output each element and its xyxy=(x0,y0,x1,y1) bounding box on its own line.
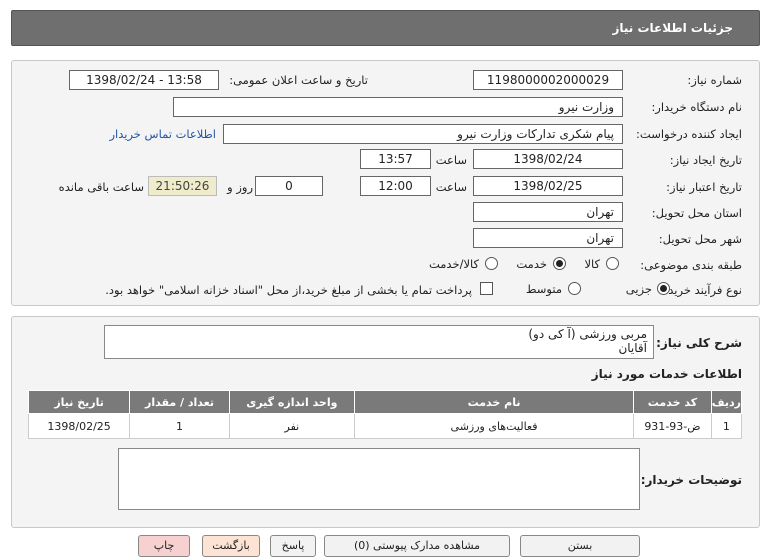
buyer-notes-label: توضیحات خریدار: xyxy=(640,473,742,487)
col-code: کد خدمت xyxy=(633,390,712,414)
back-button-label: بازگشت xyxy=(212,539,250,552)
days-remaining-field: 0 xyxy=(255,176,323,196)
cell-date: 1398/02/25 xyxy=(27,413,131,439)
page-header: جزئیات اطلاعات نیاز xyxy=(11,10,760,46)
announce-label: تاریخ و ساعت اعلان عمومی: xyxy=(229,73,368,87)
summary-label: شرح کلی نیاز: xyxy=(656,336,742,350)
process-medium-label: متوسط xyxy=(525,282,562,296)
cell-name: فعالیت‌های ورزشی xyxy=(353,413,635,439)
category-goods-label: کالا xyxy=(584,257,600,271)
validity-time-label: ساعت xyxy=(435,180,467,194)
buyer-notes-box xyxy=(118,448,640,510)
process-label: نوع فرآیند خرید : xyxy=(660,283,742,297)
created-date-label: تاریخ ایجاد نیاز: xyxy=(669,153,742,167)
reply-button-label: پاسخ xyxy=(281,539,305,552)
summary-box: مربی ورزشی (آ کی دو) آقایان xyxy=(104,325,654,359)
validity-date-field: 1398/02/25 xyxy=(473,176,623,196)
reply-button[interactable]: پاسخ xyxy=(270,535,316,557)
treasury-checkbox[interactable] xyxy=(480,282,493,295)
validity-date-label: تاریخ اعتبار نیاز: xyxy=(666,180,742,194)
process-minor-radio[interactable] xyxy=(657,282,670,295)
services-header-row: تاریخ نیاز تعداد / مقدار واحد اندازه گیر… xyxy=(27,390,743,414)
created-time-field: 13:57 xyxy=(360,149,431,169)
buyer-org-label: نام دستگاه خریدار: xyxy=(651,100,742,114)
summary-line-2: آقایان xyxy=(618,341,647,355)
col-unit: نام خدمت xyxy=(353,390,635,414)
cell-qty: 1 xyxy=(129,413,230,439)
close-button[interactable]: بستن xyxy=(520,535,640,557)
category-label: طبقه بندی موضوعی: xyxy=(640,258,742,272)
view-documents-label: مشاهده مدارک پیوستی (0) xyxy=(353,539,481,552)
services-title: اطلاعات خدمات مورد نیاز xyxy=(591,367,742,381)
created-date-field: 1398/02/24 xyxy=(473,149,623,169)
process-minor-label: جزیی xyxy=(625,282,652,296)
province-label: استان محل تحویل: xyxy=(651,206,742,220)
col-index: ردیف xyxy=(710,390,743,414)
print-button[interactable]: چاپ xyxy=(138,535,190,557)
treasury-note: پرداخت تمام یا بخشی از مبلغ خرید،از محل … xyxy=(105,283,472,297)
need-number-label: شماره نیاز: xyxy=(687,73,742,87)
col-row: تاریخ نیاز xyxy=(27,390,131,414)
city-label: شهر محل تحویل: xyxy=(658,232,742,246)
need-number-field: 1198000002000029 xyxy=(473,70,623,90)
cell-code: ض-93-931 xyxy=(633,413,712,439)
back-button[interactable]: بازگشت xyxy=(202,535,260,557)
page-title: جزئیات اطلاعات نیاز xyxy=(612,21,733,35)
cell-unit: نفر xyxy=(228,413,355,439)
print-button-label: چاپ xyxy=(153,539,175,552)
category-both-label: کالا/خدمت xyxy=(428,257,479,271)
announce-field: 1398/02/24 - 13:58 xyxy=(69,70,219,90)
buyer-contact-link[interactable]: اطلاعات تماس خریدار xyxy=(109,127,216,141)
category-service-label: خدمت xyxy=(516,257,547,271)
requester-label: ایجاد کننده درخواست: xyxy=(636,127,742,141)
time-remaining-field: 21:50:26 xyxy=(148,176,217,196)
province-field: تهران xyxy=(473,202,623,222)
category-both-radio[interactable] xyxy=(485,257,498,270)
process-medium-radio[interactable] xyxy=(568,282,581,295)
view-documents-button[interactable]: مشاهده مدارک پیوستی (0) xyxy=(324,535,510,557)
col-count: واحد اندازه گیری xyxy=(228,390,355,414)
cell-row: 1 xyxy=(710,413,743,439)
validity-time-field: 12:00 xyxy=(360,176,431,196)
close-button-label: بستن xyxy=(567,539,593,552)
category-goods-radio[interactable] xyxy=(606,257,619,270)
col-qty: تعداد / مقدار xyxy=(129,390,230,414)
city-field: تهران xyxy=(473,228,623,248)
category-service-radio[interactable] xyxy=(553,257,566,270)
summary-line-1: مربی ورزشی (آ کی دو) xyxy=(528,327,647,341)
table-row: 1398/02/25 1 نفر فعالیت‌های ورزشی ض-93-9… xyxy=(27,413,743,439)
days-label: روز و xyxy=(227,180,253,194)
buyer-org-field: وزارت نیرو xyxy=(173,97,623,117)
created-time-label: ساعت xyxy=(435,153,467,167)
requester-field: پیام شکری تدارکات وزارت نیرو xyxy=(223,124,623,144)
services-table: تاریخ نیاز تعداد / مقدار واحد اندازه گیر… xyxy=(27,390,743,439)
time-remaining-label: ساعت باقی مانده xyxy=(58,180,144,194)
